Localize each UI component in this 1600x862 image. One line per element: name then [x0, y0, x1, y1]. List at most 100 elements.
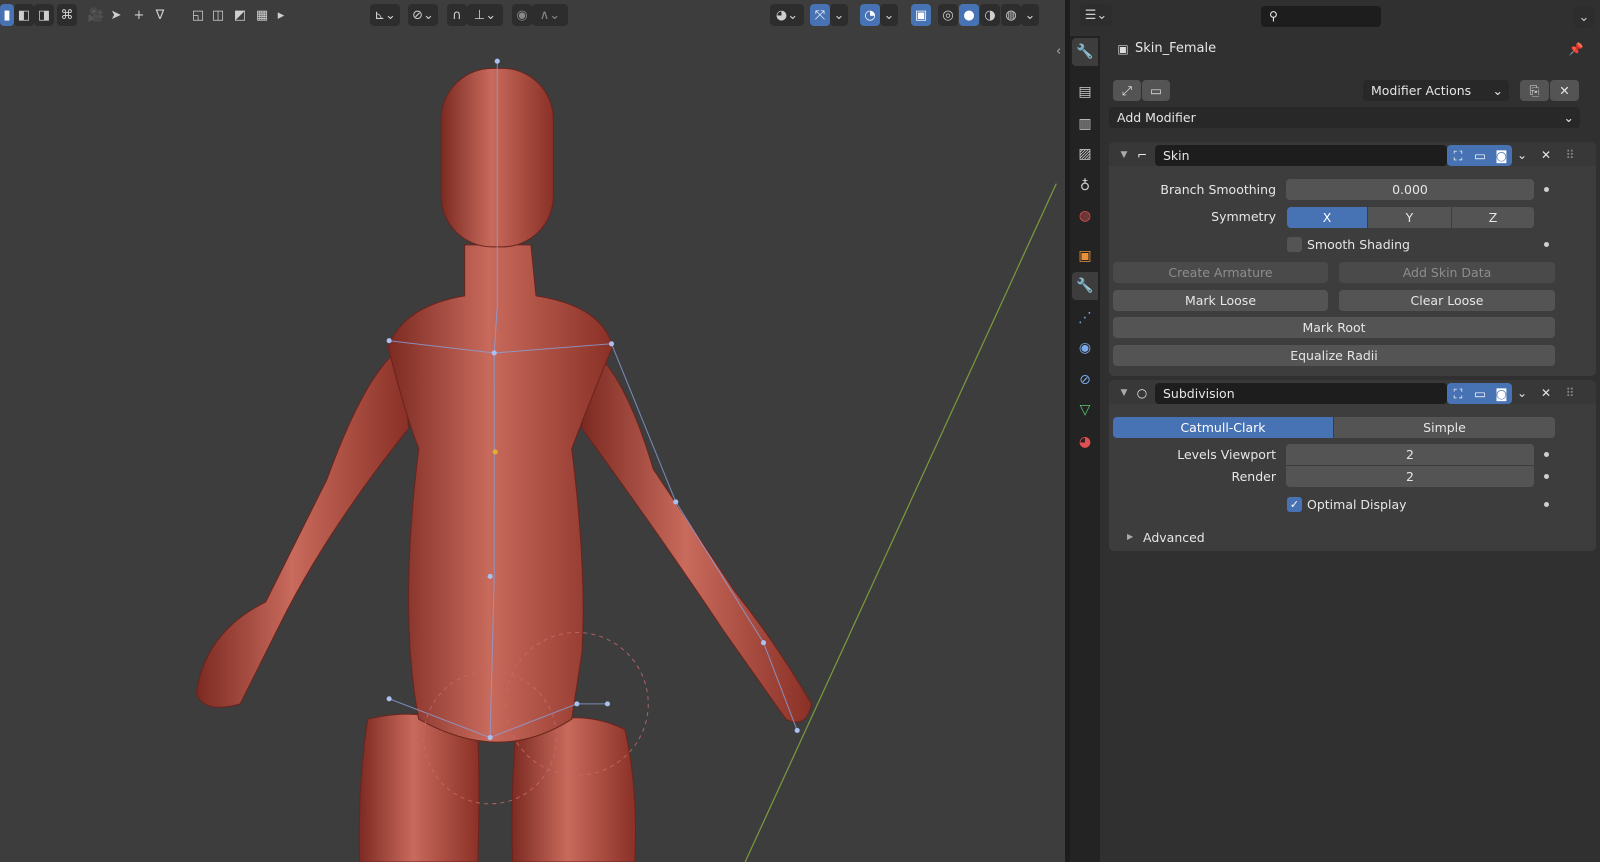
material-tab-icon[interactable]: ◕ — [1072, 428, 1098, 456]
face-select-icon[interactable]: ◩ — [230, 4, 250, 26]
pivot-icon[interactable]: ⊘⌄ — [408, 4, 438, 26]
equalize-radii-button[interactable]: Equalize Radii — [1113, 345, 1555, 366]
edit-mode-toggle-icon[interactable]: ⛶ — [1447, 383, 1469, 404]
clear-loose-button[interactable]: Clear Loose — [1339, 290, 1555, 311]
levels-viewport-field[interactable]: 2 — [1286, 444, 1534, 465]
modifier-actions-dropdown[interactable]: Modifier Actions ⌄ — [1363, 80, 1509, 101]
edit-mode-toggle-icon[interactable]: ⛶ — [1447, 145, 1469, 166]
mark-loose-button[interactable]: Mark Loose — [1113, 290, 1328, 311]
drag-handle-icon[interactable]: ⠿ — [1560, 383, 1580, 403]
mesh-vertex-icon[interactable]: ∇ — [150, 4, 170, 26]
constraints-tab-icon[interactable]: ⊘ — [1072, 366, 1098, 394]
mark-root-button[interactable]: Mark Root — [1113, 317, 1555, 338]
viewport-toggle-icon[interactable]: ▭ — [1469, 145, 1491, 166]
add-modifier-label: Add Modifier — [1117, 110, 1196, 125]
material-shading-icon[interactable]: ◑ — [980, 4, 1000, 26]
xray-icon[interactable]: ▦ — [252, 4, 272, 26]
camera-icon[interactable]: 🎥 — [85, 4, 107, 26]
overlay-icon[interactable]: ◔ — [860, 4, 880, 26]
viewport-display-icon[interactable]: ▭ — [1142, 80, 1170, 101]
copy-icon[interactable]: ⎘ — [1520, 80, 1549, 101]
chevron-down-icon[interactable]: ⌄ — [1512, 145, 1532, 165]
advanced-subpanel[interactable]: Advanced — [1143, 530, 1205, 545]
optimal-display-checkbox[interactable]: ✓ — [1287, 497, 1302, 512]
visibility-icon[interactable]: ◕⌄ — [770, 4, 804, 26]
levels-viewport-label: Levels Viewport — [1177, 447, 1276, 462]
select-invert-icon[interactable]: ⌘ — [57, 4, 77, 26]
tool-tab-icon[interactable]: 🔧 — [1072, 38, 1098, 66]
render-levels-field[interactable]: 2 — [1286, 466, 1534, 487]
expand-icon[interactable]: ⤢ — [1113, 80, 1141, 101]
symmetry-z-toggle[interactable]: Z — [1452, 207, 1534, 228]
output-tab-icon[interactable]: ▥ — [1072, 110, 1098, 138]
add-modifier-dropdown[interactable]: Add Modifier ⌄ — [1109, 107, 1580, 128]
viewport-toggle-icon[interactable]: ▭ — [1469, 383, 1491, 404]
collapse-arrow-icon[interactable]: ▼ — [1114, 145, 1134, 165]
delete-modifier-icon[interactable]: ✕ — [1536, 383, 1556, 403]
search-input[interactable]: ⚲ — [1261, 6, 1381, 27]
editor-type-icon[interactable]: ☰⌄ — [1080, 4, 1112, 26]
options-dropdown[interactable]: ⌄ — [1574, 6, 1594, 28]
rendered-shading-icon[interactable]: ◍ — [1001, 4, 1021, 26]
drag-handle-icon[interactable]: ⠿ — [1560, 145, 1580, 165]
chevron-down-icon: ⌄ — [1492, 83, 1503, 98]
symmetry-x-toggle[interactable]: X — [1287, 207, 1367, 228]
edge-select-icon[interactable]: ◫ — [208, 4, 228, 26]
proportional-edit-icon[interactable]: ◉ — [512, 4, 532, 26]
expand-arrow-icon[interactable]: ▶ — [1127, 532, 1133, 541]
world-tab-icon[interactable]: ◍ — [1072, 202, 1098, 230]
delete-modifier-icon[interactable]: ✕ — [1536, 145, 1556, 165]
pin-icon[interactable]: 📌 — [1566, 39, 1586, 59]
play-icon[interactable]: ▸ — [274, 4, 288, 26]
solid-shading-icon[interactable]: ● — [959, 4, 979, 26]
select-box-icon[interactable]: ▮ — [0, 4, 14, 26]
wireframe-shading-icon[interactable]: ◎ — [938, 4, 958, 26]
collapse-sidebar-icon[interactable]: ‹ — [1056, 44, 1061, 59]
cursor-icon[interactable]: ➤ — [107, 4, 125, 26]
physics-tab-icon[interactable]: ◉ — [1072, 334, 1098, 362]
render-toggle-icon[interactable]: ◙ — [1491, 145, 1512, 166]
gizmo-dropdown[interactable]: ⌄ — [830, 4, 848, 26]
falloff-icon[interactable]: ∧⌄ — [532, 4, 568, 26]
catmull-clark-toggle[interactable]: Catmull-Clark — [1113, 417, 1333, 438]
branch-smoothing-field[interactable]: 0.000 — [1286, 179, 1534, 200]
select-subtract-icon[interactable]: ◨ — [34, 4, 54, 26]
scene-tab-icon[interactable]: ♁ — [1072, 172, 1098, 200]
keyframe-dot[interactable] — [1544, 502, 1549, 507]
chevron-down-icon[interactable]: ⌄ — [1512, 383, 1532, 403]
subdivision-name-field[interactable]: Subdivision — [1155, 383, 1447, 404]
view-layer-tab-icon[interactable]: ▨ — [1072, 140, 1098, 168]
3d-viewport[interactable]: ▮ ◧ ◨ ⌘ 🎥 ➤ + ∇ ◱ ◫ ◩ ▦ ▸ ⊾⌄ ⊘⌄ ∩ ⊥⌄ ◉ ∧… — [0, 0, 1069, 862]
collapse-arrow-icon[interactable]: ▼ — [1114, 383, 1134, 403]
keyframe-dot[interactable] — [1544, 474, 1549, 479]
particles-tab-icon[interactable]: ⋰ — [1072, 304, 1098, 332]
gizmo-icon[interactable]: ⤧ — [810, 4, 830, 26]
symmetry-y-toggle[interactable]: Y — [1368, 207, 1451, 228]
snap-increment-icon[interactable]: ⊥⌄ — [467, 4, 503, 26]
object-tab-icon[interactable]: ▣ — [1072, 242, 1098, 270]
add-icon[interactable]: + — [130, 4, 148, 26]
keyframe-dot[interactable] — [1544, 452, 1549, 457]
add-skin-data-button[interactable]: Add Skin Data — [1339, 262, 1555, 283]
skin-name-field[interactable]: Skin — [1155, 145, 1447, 166]
render-toggle-icon[interactable]: ◙ — [1491, 383, 1512, 404]
xray-toggle-icon[interactable]: ▣ — [911, 4, 931, 26]
keyframe-dot[interactable] — [1544, 187, 1549, 192]
modifiers-tab-icon[interactable]: 🔧 — [1072, 272, 1098, 300]
overlay-dropdown[interactable]: ⌄ — [880, 4, 898, 26]
select-extend-icon[interactable]: ◧ — [14, 4, 34, 26]
vertex-select-icon[interactable]: ◱ — [188, 4, 208, 26]
data-tab-icon[interactable]: ▽ — [1072, 396, 1098, 424]
snap-icon[interactable]: ∩ — [447, 4, 467, 26]
left-arm — [195, 345, 410, 708]
render-tab-icon[interactable]: ▤ — [1072, 78, 1098, 106]
transform-orientation-icon[interactable]: ⊾⌄ — [370, 4, 400, 26]
create-armature-button[interactable]: Create Armature — [1113, 262, 1328, 283]
keyframe-dot[interactable] — [1544, 242, 1549, 247]
close-icon[interactable]: ✕ — [1550, 80, 1579, 101]
shading-dropdown[interactable]: ⌄ — [1021, 4, 1039, 26]
search-icon: ⚲ — [1269, 9, 1278, 23]
skin-figure-model — [195, 58, 1057, 862]
smooth-shading-checkbox[interactable] — [1287, 237, 1302, 252]
simple-toggle[interactable]: Simple — [1334, 417, 1555, 438]
